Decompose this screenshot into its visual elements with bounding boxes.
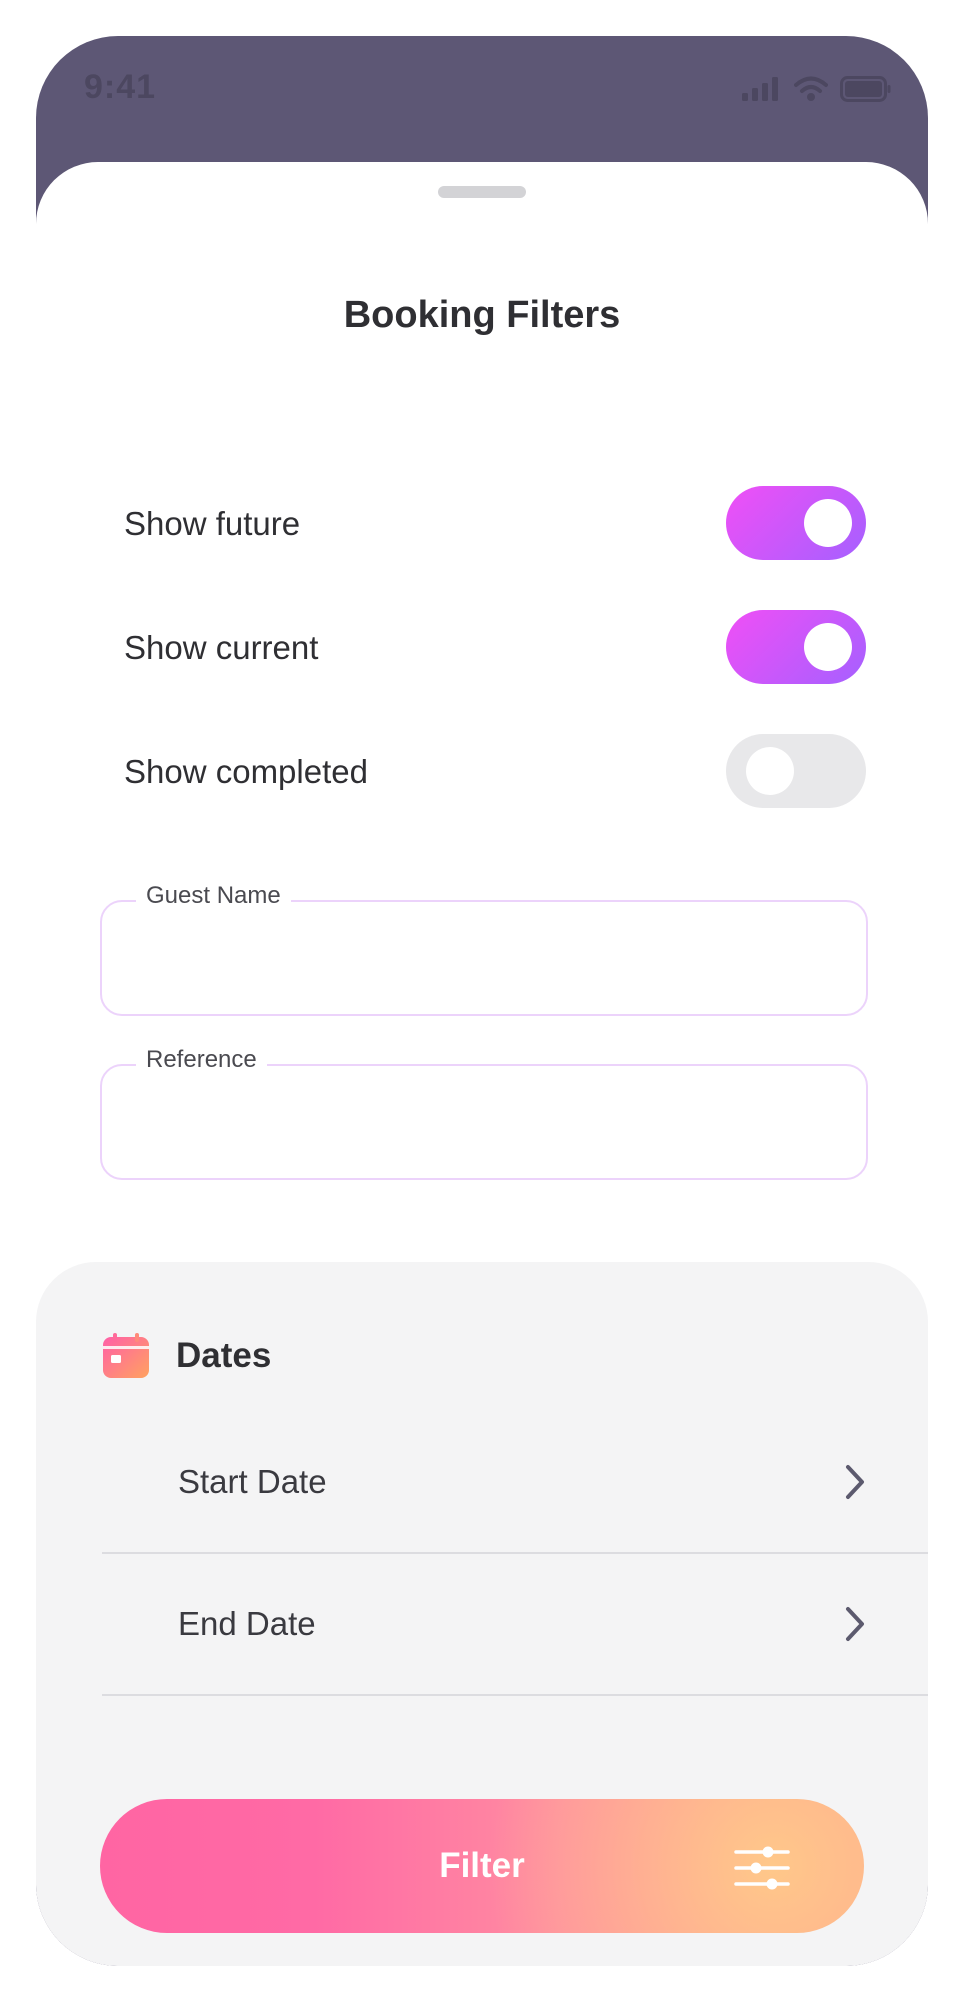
filter-button[interactable]: Filter [100, 1799, 864, 1933]
end-date-row[interactable]: End Date [102, 1554, 928, 1696]
chevron-right-icon [846, 1607, 864, 1641]
toggle-label: Show future [124, 505, 301, 542]
show-future-toggle[interactable] [726, 486, 866, 560]
dates-header: Dates [102, 1332, 271, 1380]
status-icons [742, 76, 892, 102]
guest-name-input[interactable] [124, 922, 844, 998]
sheet-title: Booking Filters [343, 294, 621, 336]
calendar-icon [103, 1333, 149, 1378]
toggle-row-show-current: Show current [124, 610, 866, 686]
toggle-label: Show current [124, 629, 319, 666]
status-bar: 9:41 [36, 36, 928, 164]
sheet-grabber[interactable] [438, 186, 526, 198]
wifi-icon [794, 76, 828, 101]
toggle-knob [804, 623, 852, 671]
toggle-label: Show completed [124, 753, 368, 790]
sliders-icon [734, 1846, 790, 1890]
toggle-row-show-future: Show future [124, 486, 866, 562]
start-date-label: Start Date [178, 1463, 327, 1500]
toggle-knob [746, 747, 794, 795]
toggle-row-show-completed: Show completed [124, 734, 866, 810]
show-current-toggle[interactable] [726, 610, 866, 684]
filter-sheet: Booking Filters Show future Show current… [36, 162, 928, 1966]
reference-label: Reference [136, 1046, 267, 1074]
show-completed-toggle[interactable] [726, 734, 866, 808]
reference-input[interactable] [124, 1086, 844, 1162]
reference-field: Reference [100, 1046, 868, 1180]
status-time: 9:41 [84, 68, 157, 106]
dates-title: Dates [176, 1336, 272, 1375]
phone-frame: 9:41 Booking Filters Show future Show cu… [36, 36, 928, 1966]
end-date-label: End Date [178, 1605, 316, 1642]
toggle-knob [804, 499, 852, 547]
signal-icon [742, 77, 778, 101]
battery-icon [840, 76, 891, 102]
guest-name-label: Guest Name [136, 882, 291, 910]
start-date-row[interactable]: Start Date [102, 1412, 928, 1554]
guest-name-field: Guest Name [100, 882, 868, 1016]
dates-card: Dates Start Date End Date Filter [36, 1262, 928, 1966]
chevron-right-icon [846, 1465, 864, 1499]
